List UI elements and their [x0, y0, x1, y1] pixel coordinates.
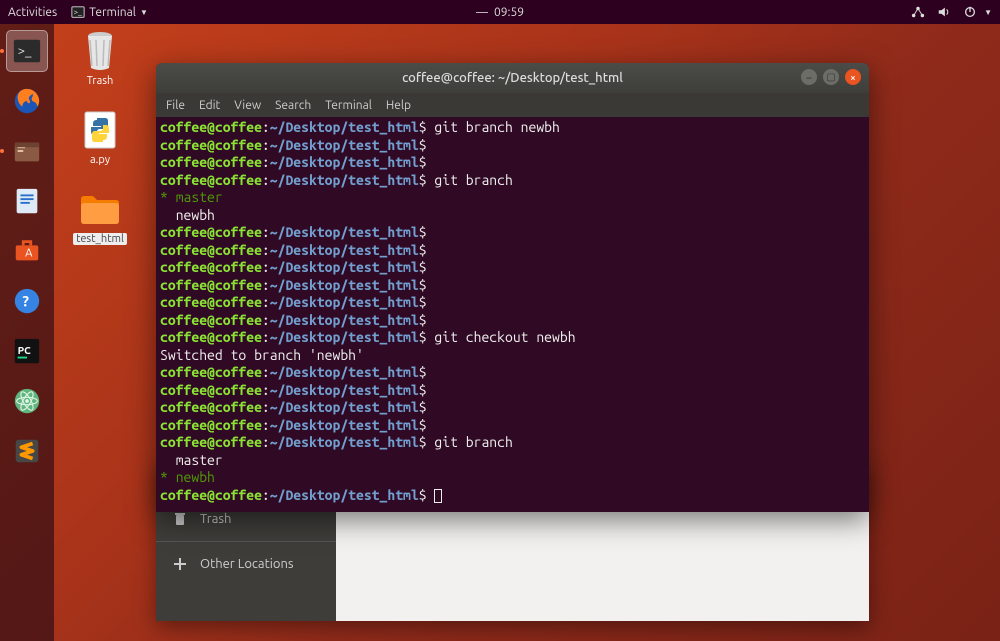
- python-file-icon: [79, 109, 121, 151]
- terminal-body[interactable]: coffee@coffee:~/Desktop/test_html$ git b…: [156, 117, 869, 512]
- files-other-label: Other Locations: [200, 557, 294, 571]
- terminal-line: coffee@coffee:~/Desktop/test_html$ git b…: [160, 119, 865, 137]
- svg-text:PC: PC: [18, 344, 32, 356]
- network-icon[interactable]: [911, 5, 925, 19]
- clock[interactable]: 09:59: [494, 6, 524, 19]
- terminal-icon: >_: [71, 5, 85, 19]
- launcher-app-sublime[interactable]: [6, 430, 48, 472]
- launcher-app-atom[interactable]: [6, 380, 48, 422]
- terminal-line: coffee@coffee:~/Desktop/test_html$ git b…: [160, 172, 865, 190]
- terminal-line: coffee@coffee:~/Desktop/test_html$: [160, 417, 865, 435]
- launcher-app-terminal[interactable]: >_: [6, 30, 48, 72]
- terminal-line: coffee@coffee:~/Desktop/test_html$: [160, 242, 865, 260]
- menu-view[interactable]: View: [234, 99, 261, 112]
- files-sidebar-other[interactable]: Other Locations: [156, 548, 336, 580]
- terminal-titlebar[interactable]: coffee@coffee: ~/Desktop/test_html – ▢ ×: [156, 63, 869, 93]
- divider: [156, 541, 336, 542]
- chevron-down-icon: ▼: [984, 8, 992, 17]
- files-trash-label: Trash: [200, 512, 231, 526]
- menu-terminal[interactable]: Terminal: [325, 99, 372, 112]
- svg-text:>_: >_: [74, 9, 82, 17]
- desktop-icons: Trash a.py test_html: [70, 30, 130, 245]
- desktop-folder-testhtml[interactable]: test_html: [70, 188, 130, 245]
- trash-icon: [172, 511, 188, 527]
- top-panel: Activities >_ Terminal ▼ — 09:59 ▼: [0, 0, 1000, 24]
- menu-help[interactable]: Help: [386, 99, 411, 112]
- terminal-cursor: [434, 489, 442, 503]
- terminal-line: newbh: [160, 207, 865, 225]
- terminal-line: coffee@coffee:~/Desktop/test_html$: [160, 399, 865, 417]
- menu-file[interactable]: File: [166, 99, 185, 112]
- launcher: >_ A ? PC: [0, 24, 54, 641]
- terminal-menubar: File Edit View Search Terminal Help: [156, 93, 869, 117]
- terminal-line: coffee@coffee:~/Desktop/test_html$ git b…: [160, 434, 865, 452]
- desktop-file-apy[interactable]: a.py: [70, 109, 130, 166]
- svg-text:>_: >_: [18, 44, 32, 58]
- launcher-app-libreoffice[interactable]: [6, 180, 48, 222]
- power-icon[interactable]: ▼: [963, 5, 992, 19]
- menu-edit[interactable]: Edit: [199, 99, 220, 112]
- launcher-app-help[interactable]: ?: [6, 280, 48, 322]
- terminal-window: coffee@coffee: ~/Desktop/test_html – ▢ ×…: [156, 63, 869, 512]
- chevron-down-icon: ▼: [140, 8, 148, 17]
- terminal-line: coffee@coffee:~/Desktop/test_html$: [160, 277, 865, 295]
- terminal-line: Switched to branch 'newbh': [160, 347, 865, 365]
- menu-search[interactable]: Search: [275, 99, 311, 112]
- terminal-title: coffee@coffee: ~/Desktop/test_html: [402, 71, 623, 85]
- terminal-line: * newbh: [160, 469, 865, 487]
- sound-icon[interactable]: [937, 5, 951, 19]
- terminal-line: coffee@coffee:~/Desktop/test_html$: [160, 382, 865, 400]
- terminal-line: coffee@coffee:~/Desktop/test_html$: [160, 294, 865, 312]
- folder-icon: [79, 188, 121, 230]
- desktop-apy-label: a.py: [70, 154, 130, 166]
- launcher-app-files[interactable]: [6, 130, 48, 172]
- terminal-line: coffee@coffee:~/Desktop/test_html$: [160, 312, 865, 330]
- terminal-line: coffee@coffee:~/Desktop/test_html$ git c…: [160, 329, 865, 347]
- launcher-app-software[interactable]: A: [6, 230, 48, 272]
- window-maximize-button[interactable]: ▢: [823, 69, 839, 85]
- terminal-line: coffee@coffee:~/Desktop/test_html$: [160, 487, 865, 505]
- terminal-line: coffee@coffee:~/Desktop/test_html$: [160, 259, 865, 277]
- terminal-line: * master: [160, 189, 865, 207]
- desktop-trash[interactable]: Trash: [70, 30, 130, 87]
- terminal-line: coffee@coffee:~/Desktop/test_html$: [160, 224, 865, 242]
- terminal-line: coffee@coffee:~/Desktop/test_html$: [160, 364, 865, 382]
- clock-dash: —: [476, 6, 488, 19]
- activities-button[interactable]: Activities: [8, 6, 57, 19]
- plus-icon: [172, 556, 188, 572]
- desktop-trash-label: Trash: [70, 75, 130, 87]
- desktop-folder-label: test_html: [73, 233, 127, 245]
- window-minimize-button[interactable]: –: [801, 69, 817, 85]
- terminal-line: coffee@coffee:~/Desktop/test_html$: [160, 137, 865, 155]
- terminal-line: master: [160, 452, 865, 470]
- app-indicator[interactable]: >_ Terminal ▼: [71, 5, 148, 19]
- window-close-button[interactable]: ×: [845, 69, 861, 85]
- svg-text:?: ?: [22, 293, 29, 310]
- trash-icon: [79, 30, 121, 72]
- launcher-app-firefox[interactable]: [6, 80, 48, 122]
- terminal-line: coffee@coffee:~/Desktop/test_html$: [160, 154, 865, 172]
- app-indicator-label: Terminal: [89, 6, 136, 19]
- svg-text:A: A: [25, 248, 33, 260]
- launcher-app-pycharm[interactable]: PC: [6, 330, 48, 372]
